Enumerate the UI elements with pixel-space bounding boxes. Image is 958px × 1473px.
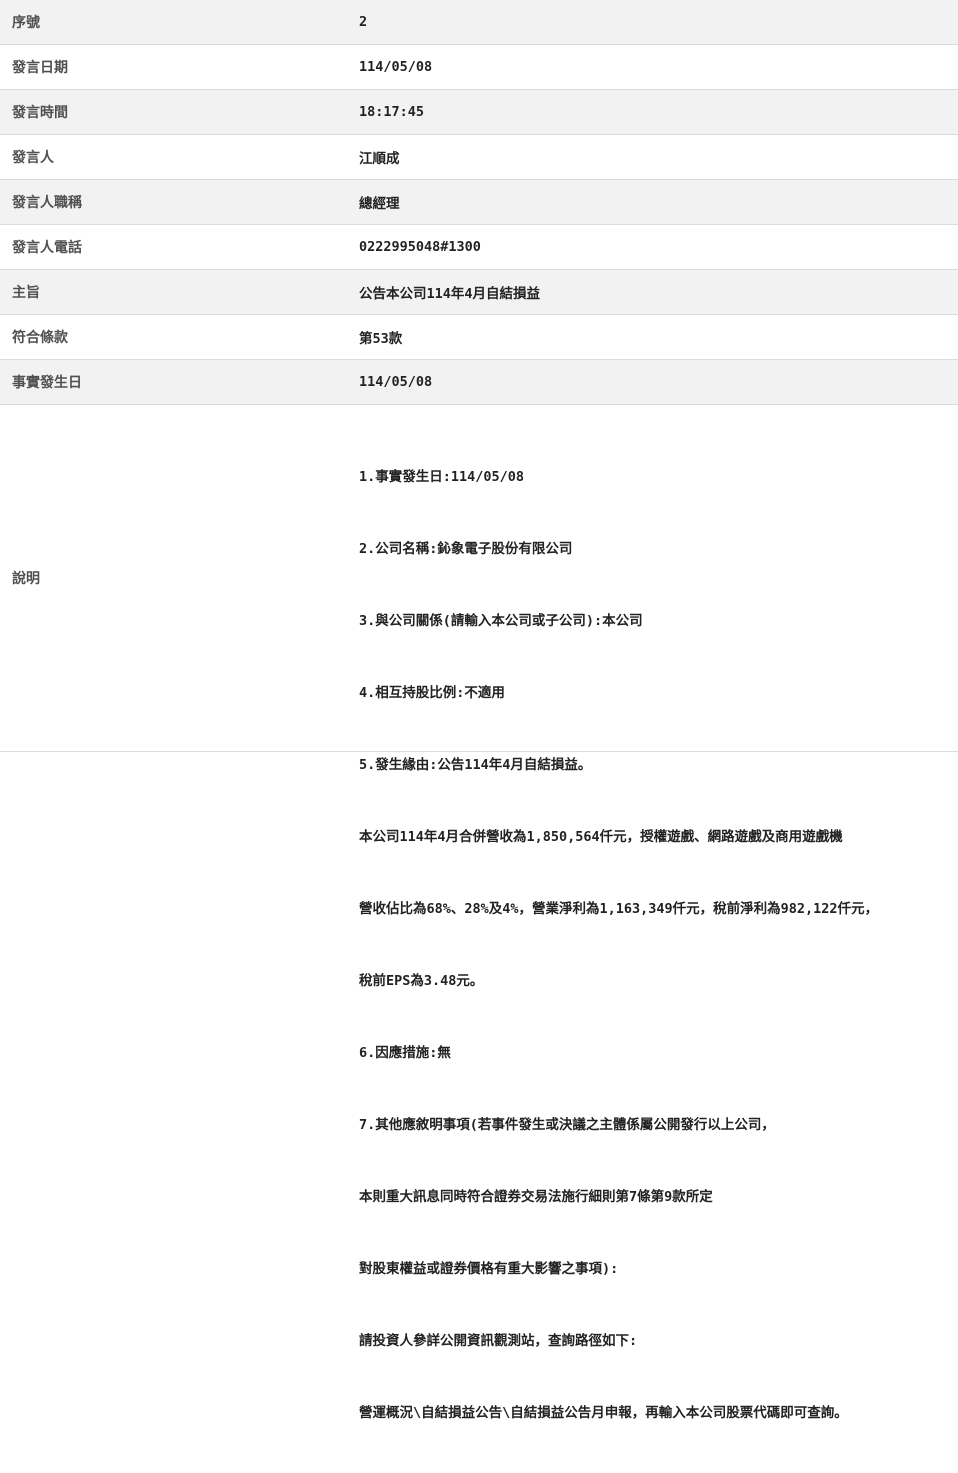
description-line: 7.其他應敘明事項(若事件發生或決議之主體係屬公開發行以上公司，: [359, 1117, 775, 1133]
description-line: 6.因應措施:無: [359, 1045, 451, 1061]
table-row-subject: 主旨 公告本公司114年4月自結損益: [0, 270, 958, 315]
row-label: 事實發生日: [0, 360, 347, 404]
row-label: 發言人: [12, 150, 54, 166]
table-row-description: 說明 1.事實發生日:114/05/08 2.公司名稱:鈊象電子股份有限公司 3…: [0, 405, 958, 1421]
table-row-date: 發言日期 114/05/08: [0, 45, 958, 90]
row-value: 0222995048#1300: [359, 239, 481, 255]
row-label: 發言人電話: [12, 240, 82, 256]
table-row-spokesperson: 發言人 江順成: [0, 135, 958, 180]
table-row-time: 發言時間 18:17:45: [0, 90, 958, 135]
table-row-serial: 序號 2: [0, 0, 958, 45]
description-line: 2.公司名稱:鈊象電子股份有限公司: [359, 541, 573, 557]
row-value: 2: [347, 0, 958, 44]
description-text: 1.事實發生日:114/05/08 2.公司名稱:鈊象電子股份有限公司 3.與公…: [347, 405, 958, 1421]
row-label: 發言日期: [12, 60, 68, 76]
row-value: 江順成: [359, 151, 400, 167]
description-line: 3.與公司關係(請輸入本公司或子公司):本公司: [359, 613, 643, 629]
description-line: 本則重大訊息同時符合證券交易法施行細則第7條第9款所定: [359, 1189, 713, 1205]
row-label: 發言時間: [0, 90, 347, 134]
row-value: 公告本公司114年4月自結損益: [347, 270, 958, 314]
row-value: 114/05/08: [347, 360, 958, 404]
row-label: 序號: [0, 0, 347, 44]
table-row-fact-date: 事實發生日 114/05/08: [0, 360, 958, 405]
table-row-phone: 發言人電話 0222995048#1300: [0, 225, 958, 270]
row-label: 說明: [12, 571, 40, 587]
announcement-table: 序號 2 發言日期 114/05/08 發言時間 18:17:45 發言人 江順…: [0, 0, 958, 1421]
description-line: 本公司114年4月合併營收為1,850,564仟元，授權遊戲、網路遊戲及商用遊戲…: [359, 829, 843, 845]
description-line: 稅前EPS為3.48元。: [359, 973, 484, 989]
description-line: 5.發生緣由:公告114年4月自結損益。: [359, 757, 592, 773]
table-row-clause: 符合條款 第53款: [0, 315, 958, 360]
description-line: 請投資人參詳公開資訊觀測站，查詢路徑如下:: [359, 1333, 638, 1349]
row-value: 18:17:45: [347, 90, 958, 134]
description-line: 對股東權益或證券價格有重大影響之事項):: [359, 1261, 619, 1277]
description-line: 4.相互持股比例:不適用: [359, 685, 505, 701]
table-row-title: 發言人職稱 總經理: [0, 180, 958, 225]
description-line: 營運概況\自結損益公告\自結損益公告月申報，再輸入本公司股票代碼即可查詢。: [359, 1405, 848, 1421]
row-label: 主旨: [0, 270, 347, 314]
description-line: 營收佔比為68%、28%及4%，營業淨利為1,163,349仟元，稅前淨利為98…: [359, 901, 879, 917]
row-label: 發言人職稱: [0, 180, 347, 224]
row-value: 114/05/08: [359, 59, 433, 75]
row-value: 總經理: [347, 180, 958, 224]
description-line: 1.事實發生日:114/05/08: [359, 469, 525, 485]
row-value: 第53款: [359, 331, 403, 347]
row-label: 符合條款: [12, 330, 68, 346]
